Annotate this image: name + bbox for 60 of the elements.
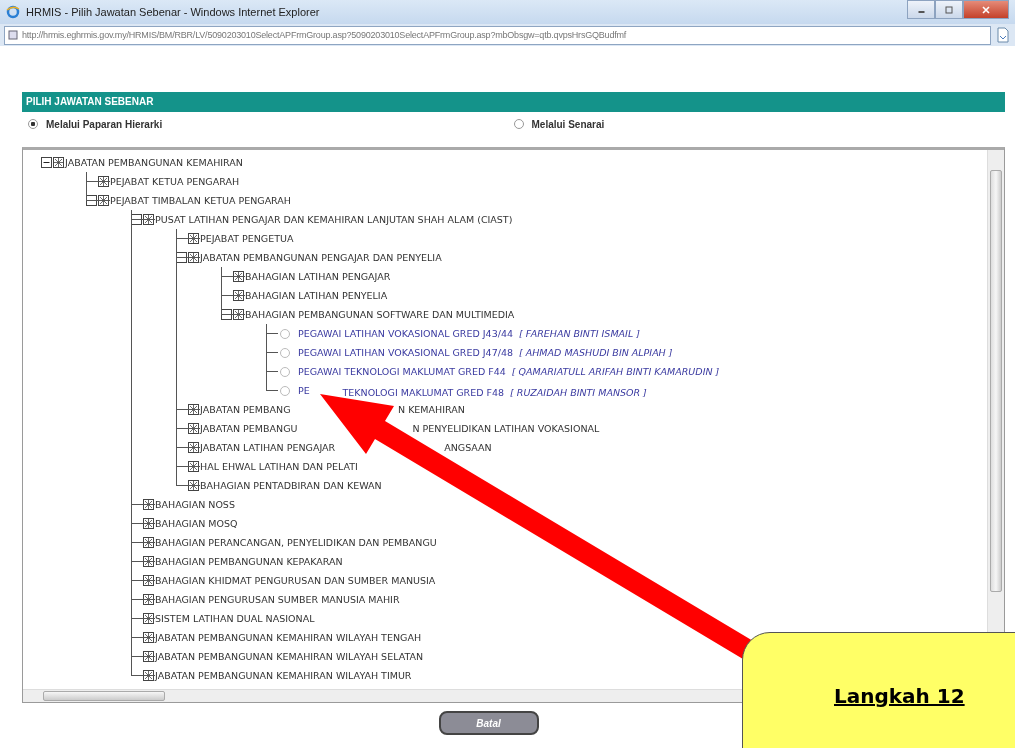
tree-item[interactable]: BAHAGIAN PENTADBIRAN DAN KEWAN [200, 480, 382, 491]
tree-item[interactable]: BAHAGIAN PENGURUSAN SUMBER MANUSIA MAHIR [155, 594, 400, 605]
tree-item[interactable]: JABATAN PEMBANGUNAN KEMAHIRAN WILAYAH TENGAH [155, 632, 422, 643]
position-link[interactable]: PEGAWAI LATIHAN VOKASIONAL GRED J43/44 [298, 328, 513, 339]
tree-item[interactable]: BAHAGIAN PEMBANGUNAN KEPAKARAN [155, 556, 343, 567]
close-icon [981, 4, 991, 15]
holder-name: [ RUZAIDAH BINTI MANSOR ] [510, 387, 647, 398]
page-icon [8, 30, 18, 40]
maximize-icon [944, 4, 954, 15]
option-label: Melalui Senarai [531, 118, 605, 130]
tree-item[interactable]: BAHAGIAN MOSQ [155, 518, 238, 529]
holder-name: [ AHMAD MASHUDI BIN ALPIAH ] [519, 347, 673, 358]
radio-button[interactable] [280, 328, 290, 339]
collapse-icon[interactable] [41, 157, 65, 168]
tree-item-tail[interactable]: N KEMAHIRAN [398, 402, 465, 417]
window-title: HRMIS - Pilih Jawatan Sebenar - Windows Internet Explorer [26, 6, 320, 18]
close-button[interactable] [963, 0, 1009, 19]
tree-item[interactable]: JABATAN PEMBANG [200, 404, 291, 415]
tree-item[interactable]: BAHAGIAN LATIHAN PENYELIA [245, 290, 388, 301]
holder-name: [ QAMARIATULL ARIFAH BINTI KAMARUDIN ] [511, 366, 720, 377]
tree-item[interactable]: JABATAN PEMBANGUNAN KEMAHIRAN [65, 157, 243, 168]
option-label: Melalui Paparan Hierarki [46, 118, 163, 130]
panel-header: PILIH JAWATAN SEBENAR [22, 92, 1005, 112]
minimize-icon [917, 11, 925, 13]
holder-name: [ FAREHAN BINTI ISMAIL ] [519, 328, 640, 339]
tree-item[interactable]: BAHAGIAN NOSS [155, 499, 235, 510]
tree-item-tail[interactable]: N PENYELIDIKAN LATIHAN VOKASIONAL [412, 421, 600, 436]
tree-item-tail[interactable]: ANGSAAN [444, 440, 492, 455]
tree-item[interactable]: PEJABAT KETUA PENGARAH [110, 176, 240, 187]
address-field[interactable]: http://hrmis.eghrmis.gov.my/HRMIS/BM/RBR/LV/5090203010SelectAPFrmGroup.asp?5090203010SelectAPFrmGroup.asp?mbObsgw=qtb.qvpsHrsGQBudfmf [4, 25, 991, 45]
collapse-icon[interactable] [86, 195, 110, 206]
radio-button[interactable] [280, 366, 290, 377]
browser-icon [6, 5, 20, 19]
tree-item[interactable]: BAHAGIAN KHIDMAT PENGURUSAN DAN SUMBER MANUSIA [155, 575, 436, 586]
position-link[interactable]: PE [298, 385, 310, 396]
collapse-icon[interactable] [176, 252, 200, 263]
collapse-icon[interactable] [131, 214, 155, 225]
position-link[interactable]: PEGAWAI LATIHAN VOKASIONAL GRED J47/48 [298, 347, 513, 358]
tree-item[interactable]: BAHAGIAN LATIHAN PENGAJAR [245, 271, 391, 282]
tree-item[interactable]: PEJABAT PENGETUA [200, 233, 294, 244]
tree-item[interactable]: SISTEM LATIHAN DUAL NASIONAL [155, 613, 315, 624]
position-link[interactable]: PEGAWAI TEKNOLOGI MAKLUMAT GRED F44 [298, 366, 506, 377]
compatibility-icon[interactable] [995, 27, 1011, 43]
tree-item[interactable]: JABATAN PEMBANGUNAN PENGAJAR DAN PENYELIA [200, 252, 442, 263]
tree-item[interactable]: BAHAGIAN PEMBANGUNAN SOFTWARE DAN MULTIMEDIA [245, 309, 515, 320]
tree-item[interactable]: HAL EHWAL LATIHAN DAN PELATI [200, 461, 358, 472]
collapse-icon[interactable] [221, 309, 245, 320]
radio-button[interactable] [28, 119, 38, 129]
callout-title: Langkah 12 [834, 684, 965, 708]
tree-item[interactable]: JABATAN PEMBANGUNAN KEMAHIRAN WILAYAH SELATAN [155, 651, 424, 662]
tree-item[interactable]: PEJABAT TIMBALAN KETUA PENGARAH [110, 195, 291, 206]
tree-item[interactable]: BAHAGIAN PERANCANGAN, PENYELIDIKAN DAN PEMBANGU [155, 537, 437, 548]
tree-item[interactable]: JABATAN LATIHAN PENGAJAR [200, 442, 336, 453]
tree-item[interactable]: PUSAT LATIHAN PENGAJAR DAN KEMAHIRAN LANJUTAN SHAH ALAM (CIAST) [155, 214, 513, 225]
tree-item[interactable]: JABATAN PEMBANGU [200, 423, 298, 434]
radio-button[interactable] [513, 119, 524, 129]
radio-button[interactable] [280, 385, 290, 396]
tree-item[interactable]: JABATAN PEMBANGUNAN KEMAHIRAN WILAYAH TIMUR [155, 670, 412, 681]
position-link-tail[interactable]: TEKNOLOGI MAKLUMAT GRED F48 [342, 387, 505, 398]
radio-button[interactable] [280, 347, 290, 358]
